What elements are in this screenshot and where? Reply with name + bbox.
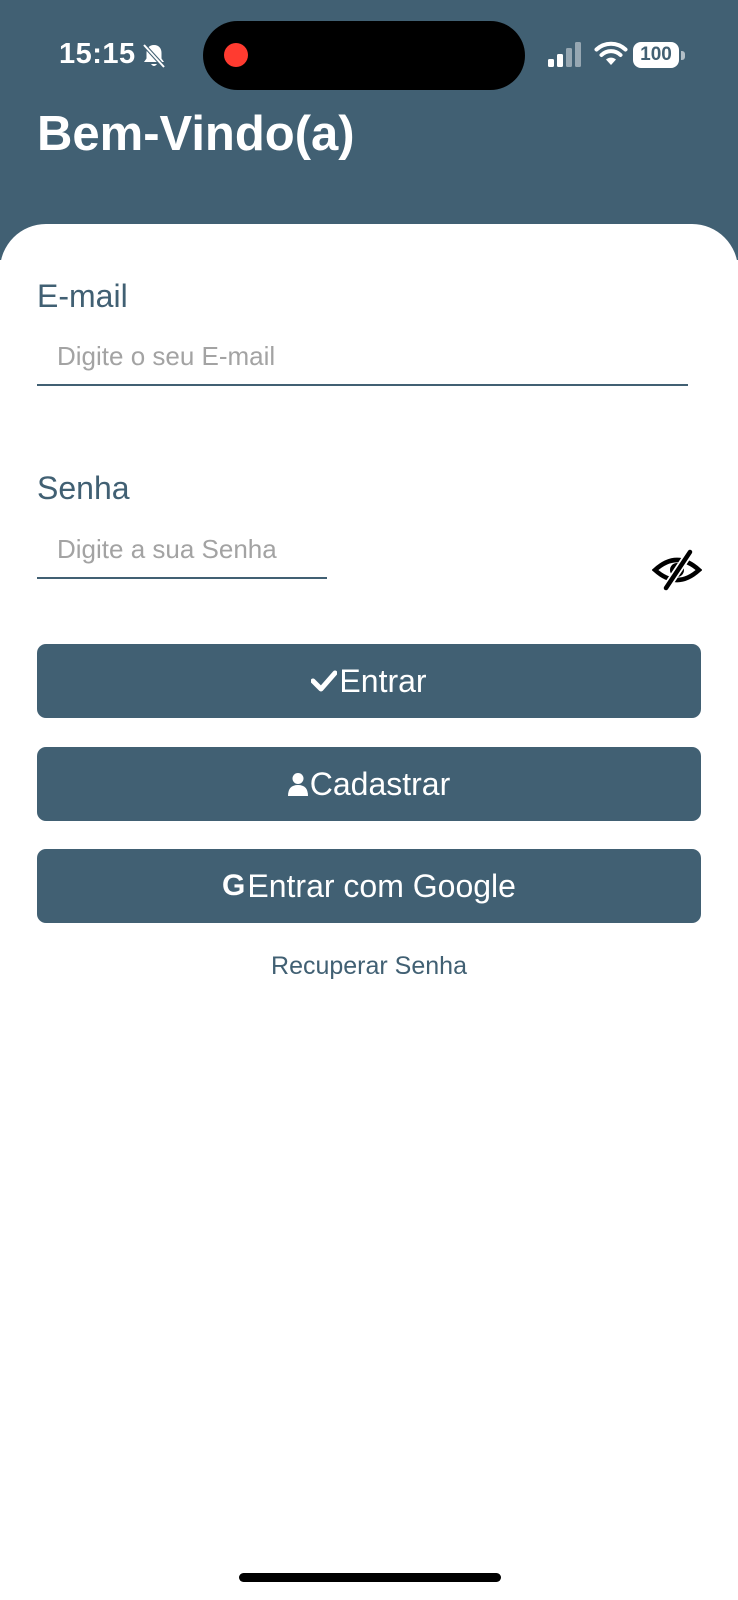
user-icon: [287, 772, 308, 796]
eye-slash-icon[interactable]: [652, 548, 702, 592]
recording-indicator: [224, 43, 248, 67]
login-button[interactable]: Entrar: [37, 644, 701, 718]
bell-slash-icon: [142, 43, 166, 69]
check-icon: [311, 670, 338, 692]
password-field[interactable]: [37, 521, 327, 579]
recover-password-link[interactable]: Recuperar Senha: [0, 952, 738, 981]
register-button[interactable]: Cadastrar: [37, 747, 701, 821]
email-field[interactable]: [37, 328, 688, 386]
battery-tip: [681, 51, 685, 60]
email-label: E-mail: [37, 278, 128, 314]
google-login-button[interactable]: G Entrar com Google: [37, 849, 701, 923]
status-time: 15:15: [59, 38, 136, 70]
battery-icon: 100: [633, 42, 685, 68]
cellular-signal-icon: [548, 42, 581, 67]
page-title: Bem-Vindo(a): [37, 107, 355, 161]
status-bar: 15:15 100: [0, 0, 738, 110]
google-icon: G: [222, 869, 246, 902]
google-button-label: Entrar com Google: [247, 867, 516, 904]
register-button-label: Cadastrar: [309, 765, 451, 802]
login-button-label: Entrar: [339, 662, 427, 699]
header: 15:15 100 Bem-Vindo(a): [0, 0, 738, 260]
wifi-icon: [594, 41, 628, 65]
home-indicator[interactable]: [239, 1573, 501, 1582]
battery-level: 100: [633, 42, 679, 68]
dynamic-island: [203, 21, 525, 90]
password-label: Senha: [37, 470, 130, 506]
